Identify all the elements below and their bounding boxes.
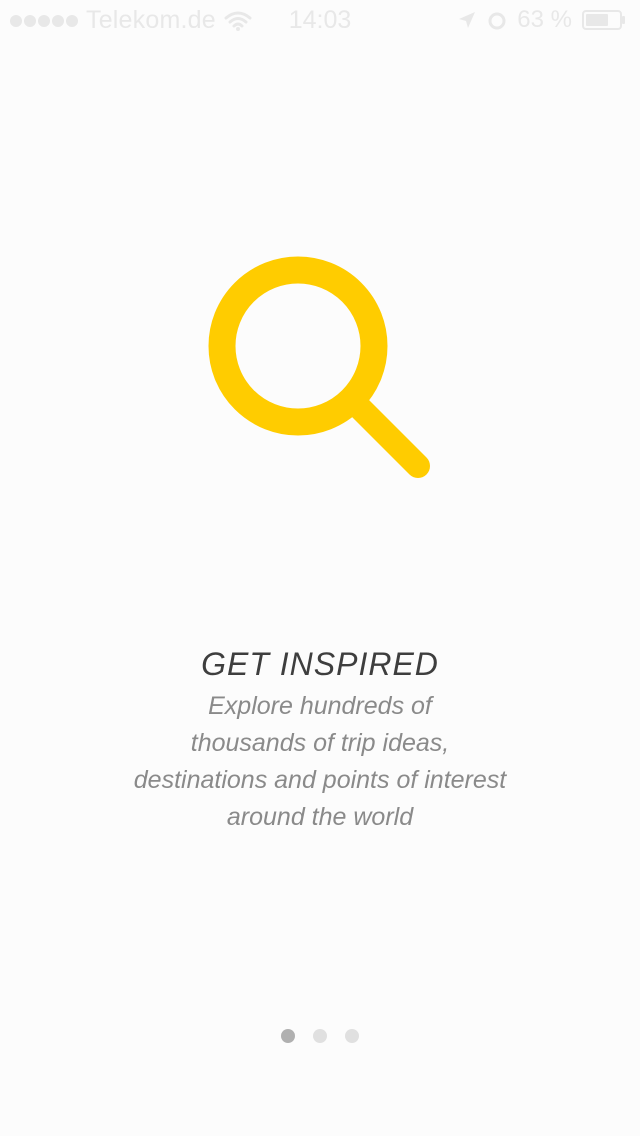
location-arrow-icon [459,12,476,28]
description-line: destinations and points of interest [133,766,507,794]
onboarding-title: GET INSPIRED [201,646,439,682]
onboarding-description: Explore hundreds of thousands of trip id… [80,688,560,836]
battery-percent: 63 % [517,6,572,33]
description-line: thousands of trip ideas, [190,729,450,757]
status-bar: Telekom.de 14:03 63 % [0,0,640,40]
search-icon [208,256,430,478]
alarm-icon [488,12,506,30]
status-right: 63 % [457,6,626,34]
page-indicator[interactable] [0,1029,640,1043]
description-line: Explore hundreds of [208,692,432,720]
page-dot-3[interactable] [345,1029,359,1043]
page-dot-2[interactable] [313,1029,327,1043]
description-line: around the world [226,803,414,831]
page-dot-1[interactable] [281,1029,295,1043]
battery-icon [582,10,625,30]
